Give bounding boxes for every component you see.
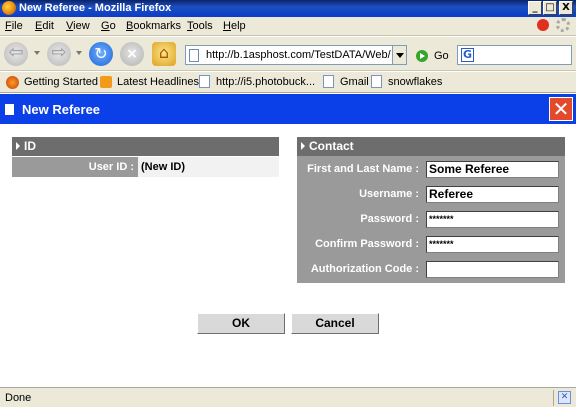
contact-section-header: Contact — [297, 137, 565, 156]
authorization-code-input[interactable] — [426, 261, 559, 278]
page-bookmark-icon — [323, 75, 334, 88]
password-label: Password : — [360, 213, 419, 225]
first-last-name-label: First and Last Name : — [307, 163, 419, 175]
back-history-dropdown-icon[interactable] — [34, 51, 40, 55]
maximize-button[interactable]: □ — [543, 1, 557, 15]
url-history-dropdown-icon[interactable] — [392, 46, 406, 64]
document-icon — [5, 104, 14, 115]
window-close-button[interactable]: X — [559, 1, 573, 15]
url-bar[interactable]: http://b.1asphost.com/TestDATA/Web/in — [185, 45, 407, 65]
bookmark-photobucket[interactable]: http://i5.photobuck... — [216, 76, 315, 88]
page-icon — [189, 49, 199, 62]
rss-feed-icon — [100, 76, 112, 88]
dialog-close-button[interactable]: ✕ — [549, 97, 573, 121]
go-icon[interactable] — [416, 50, 428, 62]
menu-help[interactable]: Help — [223, 20, 246, 32]
stop-indicator-icon — [537, 19, 549, 31]
menu-view[interactable]: View — [66, 20, 90, 32]
bookmarks-toolbar: Getting Started Latest Headlines http://… — [0, 72, 576, 93]
reload-button[interactable]: ↻ — [89, 42, 113, 66]
dialog-title: New Referee — [22, 102, 101, 117]
contact-section-title: Contact — [309, 139, 354, 153]
url-text[interactable]: http://b.1asphost.com/TestDATA/Web/in — [206, 49, 391, 61]
first-last-name-input[interactable]: Some Referee — [426, 161, 559, 178]
status-bar: Done ✕ — [0, 387, 576, 407]
back-button[interactable]: ⇦ — [4, 42, 28, 66]
page-bookmark-icon — [371, 75, 382, 88]
ok-button[interactable]: OK — [197, 313, 285, 334]
cancel-button[interactable]: Cancel — [291, 313, 379, 334]
search-box[interactable]: G — [457, 45, 572, 65]
home-button[interactable]: ⌂ — [152, 42, 176, 66]
menu-bar: File Edit View Go Bookmarks Tools Help — [0, 17, 576, 36]
page-bookmark-icon — [199, 75, 210, 88]
go-button[interactable]: Go — [434, 50, 449, 62]
dialog-header: New Referee — [0, 94, 576, 124]
menu-tools[interactable]: Tools — [187, 20, 213, 32]
menu-file[interactable]: File — [5, 20, 23, 32]
username-label: Username : — [359, 188, 419, 200]
id-section-title: ID — [24, 139, 36, 153]
menu-bookmarks[interactable]: Bookmarks — [126, 20, 181, 32]
password-input[interactable]: ******* — [426, 211, 559, 228]
minimize-button[interactable]: _ — [528, 1, 542, 15]
confirm-password-input[interactable]: ******* — [426, 236, 559, 253]
section-arrow-icon — [301, 142, 305, 150]
confirm-password-label: Confirm Password : — [315, 238, 419, 250]
user-id-value: (New ID) — [138, 157, 279, 177]
window-title-bar[interactable]: New Referee - Mozilla Firefox _ □ X — [0, 0, 576, 17]
status-security-icon[interactable]: ✕ — [558, 391, 571, 404]
window-title: New Referee - Mozilla Firefox — [19, 2, 172, 14]
bookmark-getting-started[interactable]: Getting Started — [24, 76, 98, 88]
bookmark-snowflakes[interactable]: snowflakes — [388, 76, 442, 88]
status-text: Done — [5, 392, 32, 404]
bookmark-latest-headlines[interactable]: Latest Headlines — [117, 76, 199, 88]
firefox-bookmark-icon — [6, 76, 19, 89]
navigation-toolbar: ⇦ ⇨ ↻ × ⌂ http://b.1asphost.com/TestDATA… — [0, 37, 576, 71]
status-divider — [553, 390, 554, 406]
section-arrow-icon — [16, 142, 20, 150]
user-id-label: User ID : — [12, 157, 138, 177]
search-engine-icon[interactable]: G — [461, 48, 474, 62]
id-section-header: ID — [12, 137, 279, 156]
authorization-code-label: Authorization Code : — [310, 263, 419, 275]
menu-edit[interactable]: Edit — [35, 20, 54, 32]
throbber-icon — [556, 18, 570, 32]
firefox-icon — [2, 1, 16, 15]
username-input[interactable]: Referee — [426, 186, 559, 203]
menu-go[interactable]: Go — [101, 20, 116, 32]
forward-button[interactable]: ⇨ — [47, 42, 71, 66]
forward-history-dropdown-icon[interactable] — [76, 51, 82, 55]
bookmark-gmail[interactable]: Gmail — [340, 76, 369, 88]
stop-button[interactable]: × — [120, 42, 144, 66]
